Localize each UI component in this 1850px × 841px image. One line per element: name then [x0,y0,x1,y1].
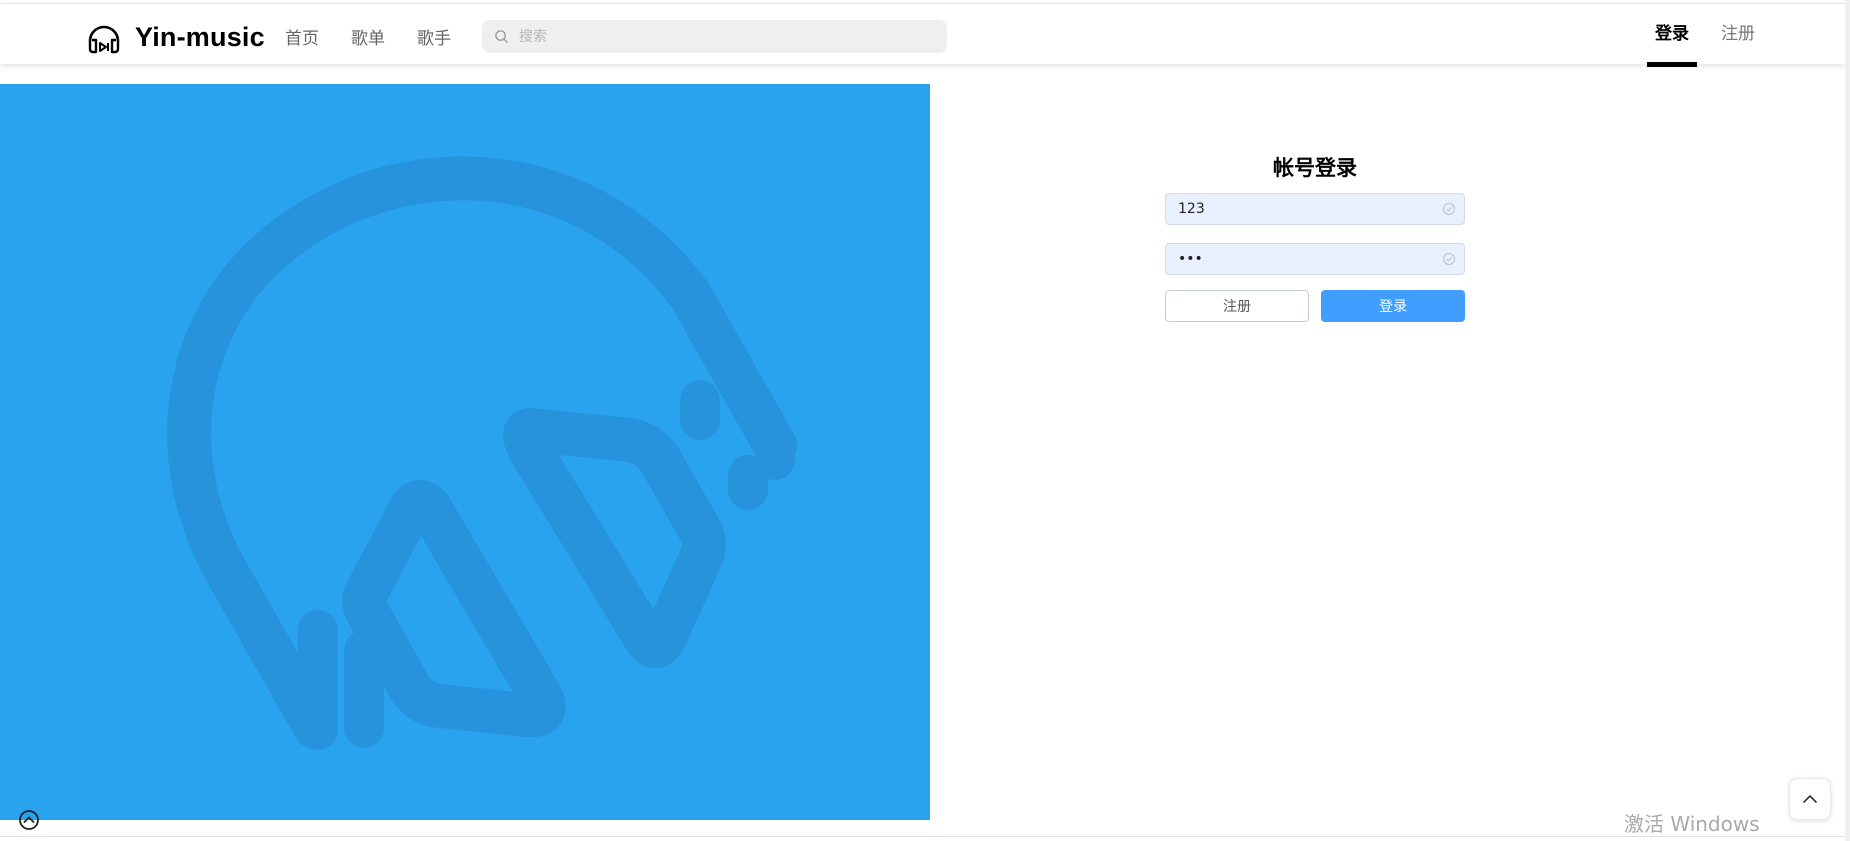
top-nav-bar: Yin-music 首页 歌单 歌手 登录 注册 [0,3,1845,67]
page-scrollbar[interactable] [1845,0,1850,841]
nav-item-singers[interactable]: 歌手 [417,24,451,49]
windows-activation-watermark: 激活 Windows [1624,812,1760,836]
username-input[interactable] [1176,200,1436,218]
nav-item-home[interactable]: 首页 [285,24,319,49]
form-actions: 注册 登录 [1165,290,1465,322]
password-input[interactable] [1176,250,1436,268]
nav-item-playlists[interactable]: 歌单 [351,24,385,49]
headphones-watermark-icon [167,156,797,750]
chevron-up-icon [1803,795,1817,803]
check-circle-icon [1443,203,1455,215]
headphones-icon [88,25,120,54]
login-title: 帐号登录 [1273,156,1357,180]
search-input[interactable] [517,27,917,46]
login-button[interactable]: 登录 [1321,290,1465,322]
scroll-top-button[interactable] [1789,778,1831,820]
main-nav: 首页 歌单 歌手 [285,24,483,49]
register-button[interactable]: 注册 [1165,290,1309,322]
check-circle-icon [1443,253,1455,265]
search-icon [495,30,508,43]
tab-login[interactable]: 登录 [1647,4,1697,67]
page-bottom-border [0,836,1850,841]
tab-register[interactable]: 注册 [1713,4,1763,65]
brand-logo[interactable]: Yin-music [86,19,265,55]
login-form: 帐号登录 注册 登录 [1165,152,1465,322]
hero-banner [0,84,930,820]
search-bar[interactable] [482,20,947,53]
auth-nav: 登录 注册 [1647,4,1779,67]
password-field[interactable] [1165,243,1465,275]
username-field[interactable] [1165,193,1465,225]
brand-name: Yin-music [135,21,265,52]
chevron-up-circle-icon[interactable] [18,809,40,831]
